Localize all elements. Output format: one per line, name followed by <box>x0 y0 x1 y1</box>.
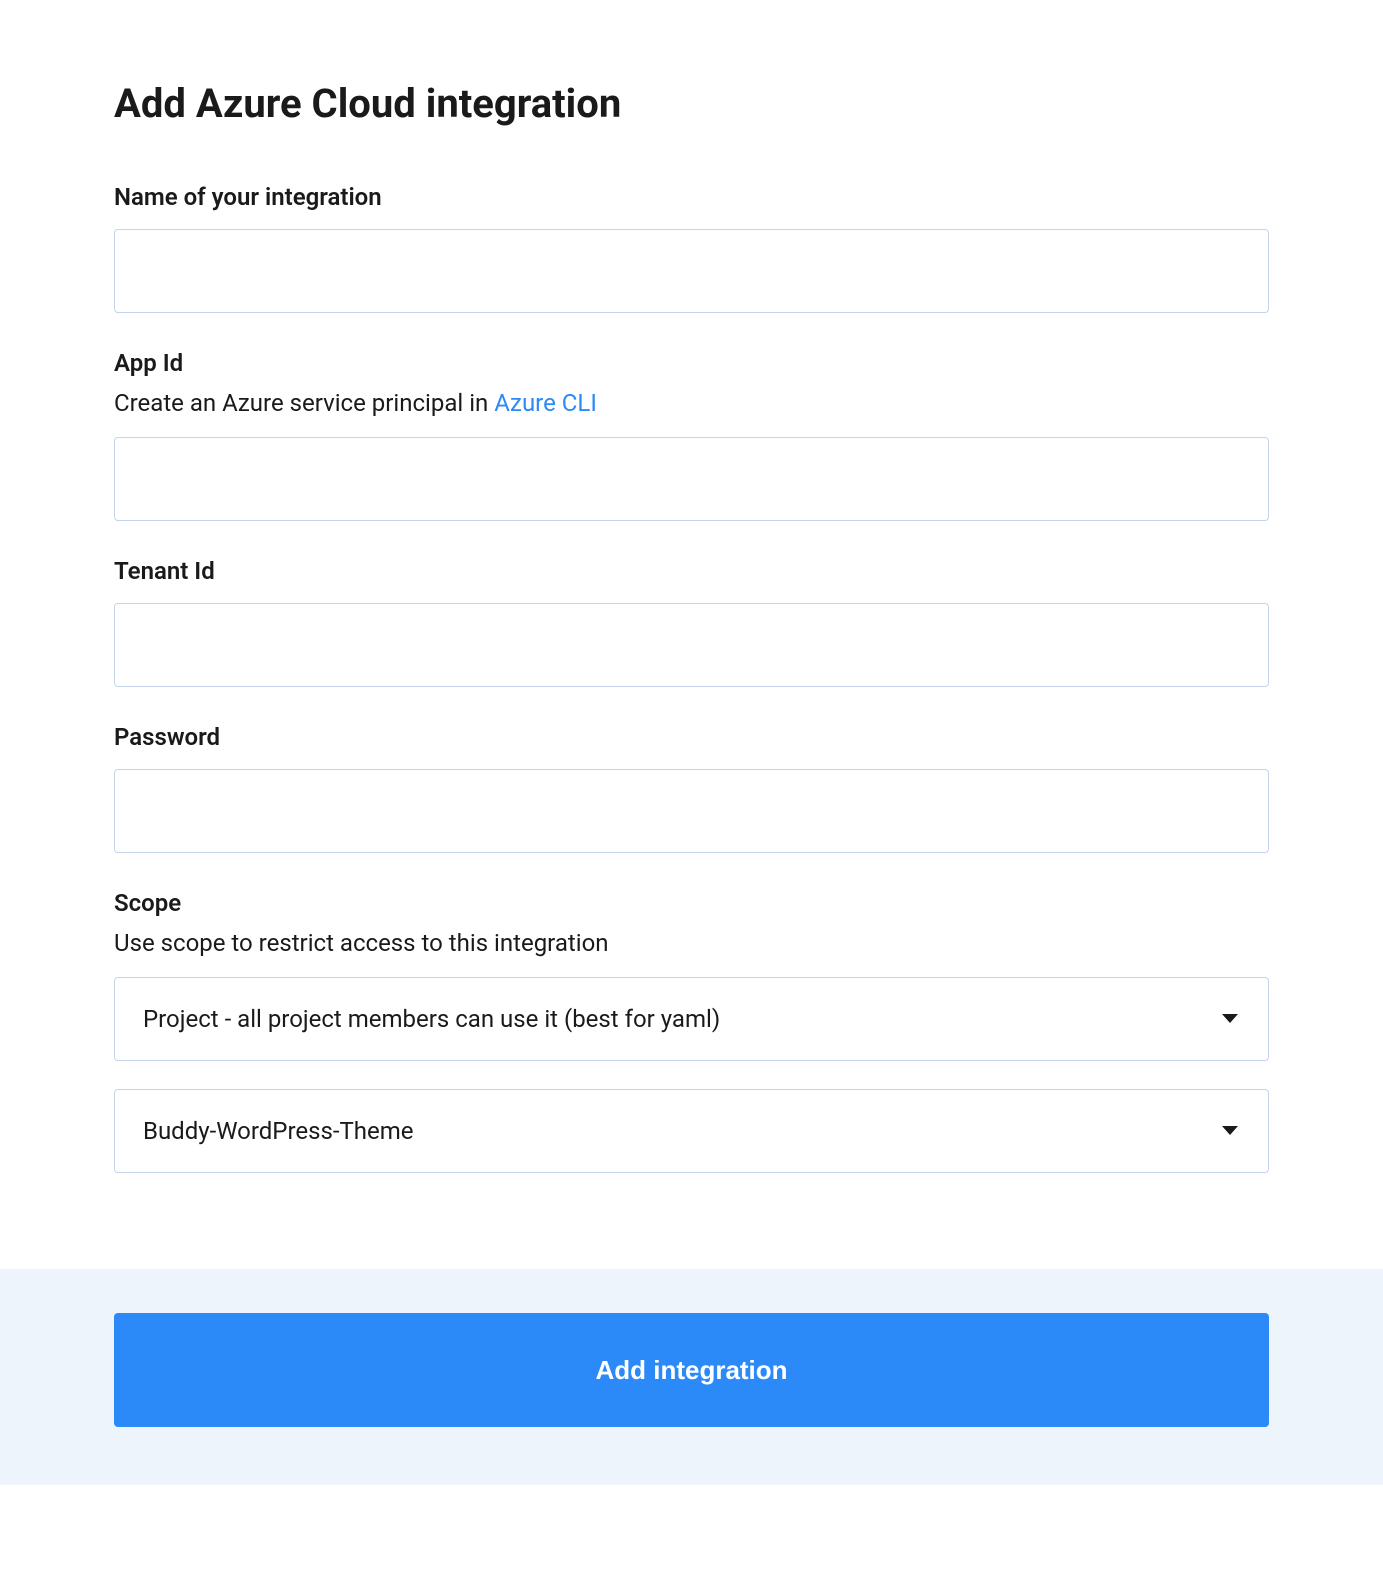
tenantid-field-group: Tenant Id <box>114 557 1269 687</box>
name-field-group: Name of your integration <box>114 183 1269 313</box>
appid-field-group: App Id Create an Azure service principal… <box>114 349 1269 521</box>
tenantid-input[interactable] <box>114 603 1269 687</box>
appid-label: App Id <box>114 349 1269 377</box>
name-input[interactable] <box>114 229 1269 313</box>
add-integration-button[interactable]: Add integration <box>114 1313 1269 1427</box>
scope-select[interactable]: Project - all project members can use it… <box>114 977 1269 1061</box>
footer-bar: Add integration <box>0 1269 1383 1485</box>
tenantid-label: Tenant Id <box>114 557 1269 585</box>
azure-cli-link[interactable]: Azure CLI <box>494 389 597 417</box>
project-select-wrapper: Buddy-WordPress-Theme <box>114 1089 1269 1173</box>
project-select[interactable]: Buddy-WordPress-Theme <box>114 1089 1269 1173</box>
appid-input[interactable] <box>114 437 1269 521</box>
project-select-value: Buddy-WordPress-Theme <box>143 1117 414 1145</box>
scope-label: Scope <box>114 889 1269 917</box>
name-label: Name of your integration <box>114 183 1269 211</box>
page-title: Add Azure Cloud integration <box>114 80 1269 127</box>
password-input[interactable] <box>114 769 1269 853</box>
appid-description: Create an Azure service principal in Azu… <box>114 389 1269 417</box>
scope-select-value: Project - all project members can use it… <box>143 1005 720 1033</box>
scope-description: Use scope to restrict access to this int… <box>114 929 1269 957</box>
scope-field-group: Scope Use scope to restrict access to th… <box>114 889 1269 1173</box>
password-field-group: Password <box>114 723 1269 853</box>
password-label: Password <box>114 723 1269 751</box>
scope-select-wrapper: Project - all project members can use it… <box>114 977 1269 1061</box>
appid-description-text: Create an Azure service principal in <box>114 389 494 417</box>
